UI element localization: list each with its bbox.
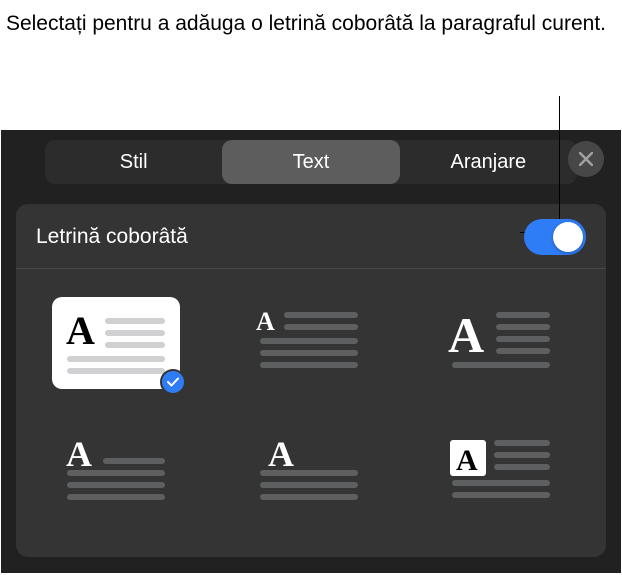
dropcap-options-grid: A A — [16, 269, 606, 527]
section-header: Letrină coborâtă — [16, 204, 606, 269]
dropcap-section: Letrină coborâtă A — [16, 204, 606, 557]
close-icon — [579, 152, 593, 166]
format-panel: Stil Text Aranjare Letrină coborâtă A — [1, 130, 621, 573]
svg-text:A: A — [448, 308, 484, 363]
dropcap-toggle[interactable] — [524, 219, 586, 255]
callout-annotation: Selectați pentru a adăuga o letrină cobo… — [0, 0, 622, 130]
dropcap-glyph-3: A — [448, 308, 554, 378]
dropcap-glyph-2: A — [256, 308, 362, 378]
dropcap-option-2[interactable]: A — [245, 297, 373, 389]
tab-bar: Stil Text Aranjare — [1, 130, 621, 184]
dropcap-option-5[interactable]: A — [245, 425, 373, 517]
dropcap-option-4[interactable]: A — [52, 425, 180, 517]
svg-text:A: A — [66, 436, 92, 474]
svg-text:A: A — [456, 444, 478, 477]
selection-check-badge — [160, 369, 186, 395]
section-title: Letrină coborâtă — [36, 225, 188, 249]
dropcap-glyph-4: A — [63, 436, 169, 506]
tab-text[interactable]: Text — [222, 140, 399, 184]
dropcap-option-3[interactable]: A — [437, 297, 565, 389]
tab-segment: Stil Text Aranjare — [45, 140, 577, 184]
callout-leader-line — [559, 96, 560, 232]
close-button[interactable] — [568, 141, 604, 177]
callout-text: Selectați pentru a adăuga o letrină cobo… — [6, 10, 606, 38]
check-icon — [167, 377, 179, 387]
dropcap-glyph-6: A — [448, 436, 554, 506]
dropcap-option-1[interactable]: A — [52, 297, 180, 389]
dropcap-option-6[interactable]: A — [437, 425, 565, 517]
tab-style[interactable]: Stil — [45, 140, 222, 184]
dropcap-glyph-1: A — [63, 308, 169, 378]
dropcap-glyph-5: A — [256, 436, 362, 506]
svg-text:A: A — [268, 436, 294, 474]
svg-text:A: A — [66, 308, 95, 353]
tab-arrange[interactable]: Aranjare — [400, 140, 577, 184]
svg-text:A: A — [256, 308, 275, 336]
